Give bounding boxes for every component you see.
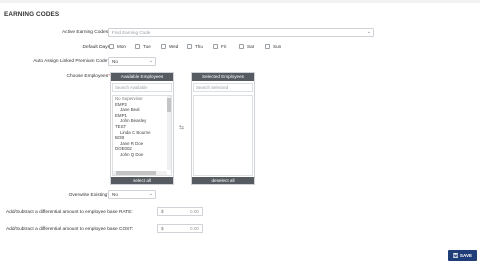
rate-value: 0.00 <box>190 209 199 214</box>
day-label: Fri <box>221 44 227 49</box>
day-label: Thu <box>195 44 203 49</box>
save-button[interactable]: SAVE <box>448 250 477 261</box>
checkbox[interactable] <box>265 44 270 49</box>
active-earning-codes-label: Active Earning Codes* <box>62 30 110 35</box>
day-label: Tue <box>143 44 151 49</box>
cost-differential-input[interactable]: $ 0.00 <box>157 224 203 233</box>
rate-differential-label: Add/Subtract a differential amount to em… <box>6 210 133 215</box>
cost-value: 0.00 <box>190 226 199 231</box>
checkbox[interactable] <box>161 44 166 49</box>
find-earning-code-select[interactable]: Find Earning Code ⌄ <box>108 28 374 37</box>
day-mon[interactable]: Mon <box>109 44 135 49</box>
day-label: Sat <box>247 44 254 49</box>
checkbox[interactable] <box>135 44 140 49</box>
auto-assign-value: No <box>112 59 118 64</box>
day-label: Sun <box>273 44 282 49</box>
cost-differential-label: Add/Subtract a differential amount to em… <box>6 227 134 232</box>
auto-assign-select[interactable]: No ⌄ <box>108 57 156 66</box>
selected-employees-list[interactable] <box>193 95 253 176</box>
select-all-button[interactable]: select all <box>111 177 173 184</box>
available-employees-list[interactable]: No Supervisor EMP2 Jane Beal EMP1 John Beasl… <box>112 95 172 176</box>
chevron-down-icon: ⌄ <box>366 29 371 35</box>
choose-employees-label-text: Choose Employees <box>66 74 109 79</box>
chevron-down-icon: ⌄ <box>148 58 153 64</box>
day-thu[interactable]: Thu <box>187 44 213 49</box>
floppy-disk-icon <box>452 253 458 258</box>
selected-employees-panel: Selected Employees Search Selected desel… <box>191 72 255 185</box>
rate-differential-input[interactable]: $ 0.00 <box>157 207 203 216</box>
currency-symbol: $ <box>161 226 164 231</box>
scroll-thumb[interactable] <box>167 98 171 112</box>
day-tue[interactable]: Tue <box>135 44 161 49</box>
scroll-thumb[interactable] <box>116 171 156 175</box>
day-label: Wed <box>169 44 179 49</box>
day-wed[interactable]: Wed <box>161 44 187 49</box>
active-earning-codes-label-text: Active Earning Codes <box>61 30 109 35</box>
checkbox[interactable] <box>109 44 114 49</box>
overwrite-existing-label: Overwrite Existing? <box>68 193 110 198</box>
default-days-group: Mon Tue Wed Thu Fri Sat Sun <box>109 44 291 49</box>
chevron-down-icon: ⌄ <box>148 191 153 197</box>
day-fri[interactable]: Fri <box>213 44 239 49</box>
vertical-scrollbar[interactable] <box>167 96 171 170</box>
horizontal-scrollbar[interactable] <box>113 171 167 175</box>
day-sun[interactable]: Sun <box>265 44 291 49</box>
employee-name[interactable]: John Q Doe <box>113 152 171 158</box>
checkbox[interactable] <box>187 44 192 49</box>
overwrite-existing-value: No <box>112 192 118 197</box>
save-label: SAVE <box>459 253 473 258</box>
day-label: Mon <box>117 44 126 49</box>
checkbox[interactable] <box>213 44 218 49</box>
currency-symbol: $ <box>161 209 164 214</box>
selected-employees-header: Selected Employees <box>192 73 254 81</box>
page-title: EARNING CODES <box>4 11 60 18</box>
auto-assign-label: Auto Assign Linked Premium Code? <box>33 59 110 64</box>
available-employees-panel: Available Employees Search Available No … <box>110 72 174 185</box>
default-days-label: Default Days <box>82 45 110 50</box>
day-sat[interactable]: Sat <box>239 44 265 49</box>
search-selected-input[interactable]: Search Selected <box>193 83 253 92</box>
find-earning-code-placeholder: Find Earning Code <box>112 30 151 35</box>
overwrite-existing-select[interactable]: No ⌄ <box>108 190 156 199</box>
checkbox[interactable] <box>239 44 244 49</box>
transfer-arrows-icon: ⇆ <box>179 125 185 131</box>
deselect-all-button[interactable]: deselect all <box>192 177 254 184</box>
choose-employees-label: Choose Employees* <box>67 74 110 79</box>
available-employees-header: Available Employees <box>111 73 173 81</box>
top-bar <box>0 0 480 3</box>
search-available-input[interactable]: Search Available <box>112 83 172 92</box>
